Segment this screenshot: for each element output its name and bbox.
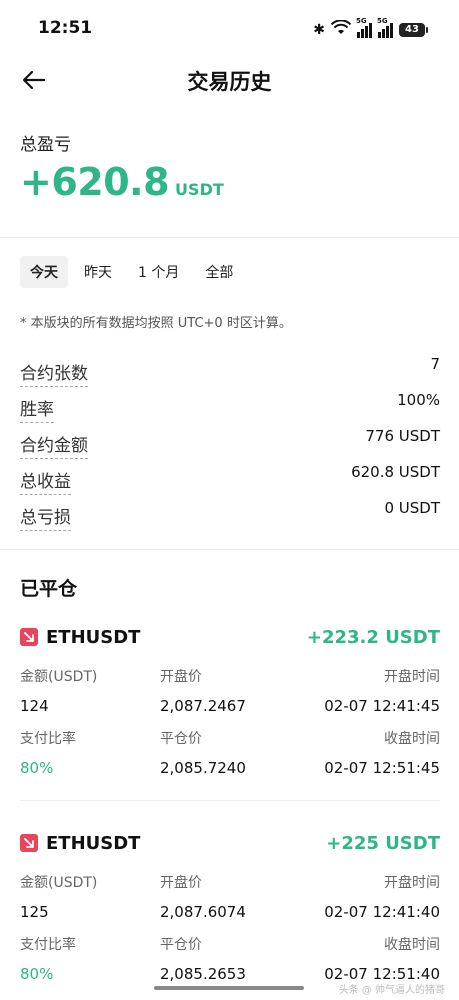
ratio-label: 支付比率 (20, 731, 76, 747)
close-price-label: 平仓价 (160, 731, 202, 747)
tab-1-month[interactable]: 1 个月 (128, 256, 189, 288)
stat-win-rate: 胜率 100% (20, 391, 440, 427)
ratio-label: 支付比率 (20, 937, 76, 953)
short-arrow-icon (20, 628, 38, 646)
stat-value: 7 (430, 355, 440, 373)
total-pnl: +620.8 USDT (20, 160, 224, 204)
trade-card[interactable]: ETHUSDT +223.2 USDT 金额(USDT) 开盘价 开盘时间 12… (20, 622, 440, 801)
signal-label: 5G (356, 17, 367, 25)
stat-total-profit: 总收益 620.8 USDT (20, 463, 440, 499)
trade-symbol: ETHUSDT (46, 626, 141, 648)
total-pnl-value: +620.8 (20, 160, 170, 204)
trade-symbol-group: ETHUSDT (20, 833, 140, 854)
trade-header: ETHUSDT +225 USDT (20, 828, 440, 858)
open-time-label: 开盘时间 (384, 669, 440, 685)
stat-value: 0 USDT (384, 499, 440, 517)
trade-header: ETHUSDT +223.2 USDT (20, 622, 440, 652)
close-price-value: 2,085.7240 (160, 759, 246, 777)
close-price-label: 平仓价 (160, 937, 202, 953)
amount-label: 金额(USDT) (20, 875, 98, 891)
stat-total-loss: 总亏损 0 USDT (20, 499, 440, 535)
home-indicator[interactable] (154, 986, 304, 990)
closed-positions-title: 已平仓 (20, 578, 78, 600)
open-price-value: 2,087.6074 (160, 903, 246, 921)
tab-today[interactable]: 今天 (20, 256, 68, 288)
timezone-note: * 本版块的所有数据均按照 UTC+0 时区计算。 (20, 316, 292, 331)
tab-yesterday[interactable]: 昨天 (74, 256, 122, 288)
divider (0, 549, 459, 550)
amount-label: 金额(USDT) (20, 669, 98, 685)
open-time-value: 02-07 12:41:45 (324, 697, 440, 715)
open-price-value: 2,087.2467 (160, 697, 246, 715)
status-time: 12:51 (38, 18, 93, 38)
signal-icon-2: 5G (377, 17, 393, 38)
total-pnl-unit: USDT (175, 180, 224, 199)
open-time-value: 02-07 12:41:40 (324, 903, 440, 921)
battery-icon: 43 (399, 23, 428, 37)
stat-value: 620.8 USDT (351, 463, 440, 481)
watermark: 头条 @ 帅气逼人的猪哥 (338, 985, 445, 996)
trade-divider (20, 800, 440, 801)
stat-contracts: 合约张数 7 (20, 355, 440, 391)
wifi-icon (330, 19, 352, 40)
stat-contract-amount: 合约金额 776 USDT (20, 427, 440, 463)
trade-card[interactable]: ETHUSDT +225 USDT 金额(USDT) 开盘价 开盘时间 125 … (20, 828, 440, 996)
signal-icon: 5G (356, 17, 372, 38)
trade-details: 金额(USDT) 开盘价 开盘时间 125 2,087.6074 02-07 1… (20, 872, 440, 996)
close-time-label: 收盘时间 (384, 731, 440, 747)
amount-value: 125 (20, 903, 49, 921)
bluetooth-icon: ✱ (313, 22, 325, 38)
close-price-value: 2,085.2653 (160, 965, 246, 983)
signal-label-2: 5G (377, 17, 388, 25)
stat-value: 776 USDT (365, 427, 440, 445)
trade-details: 金额(USDT) 开盘价 开盘时间 124 2,087.2467 02-07 1… (20, 666, 440, 790)
close-time-value: 02-07 12:51:45 (324, 759, 440, 777)
trade-pnl: +223.2 USDT (306, 626, 440, 648)
stat-label[interactable]: 合约金额 (20, 431, 88, 459)
total-pnl-label: 总盈亏 (20, 135, 71, 155)
open-price-label: 开盘价 (160, 669, 202, 685)
stat-value: 100% (397, 391, 440, 409)
stats-list: 合约张数 7 胜率 100% 合约金额 776 USDT 总收益 620.8 U… (20, 355, 440, 535)
short-arrow-icon (20, 834, 38, 852)
trade-pnl: +225 USDT (326, 832, 440, 854)
status-bar: 12:51 ✱ 5G 5G 43 (0, 0, 459, 58)
period-tabs: 今天 昨天 1 个月 全部 (20, 256, 243, 288)
stat-label[interactable]: 总收益 (20, 467, 71, 495)
amount-value: 124 (20, 697, 49, 715)
trade-symbol-group: ETHUSDT (20, 627, 140, 648)
page-title: 交易历史 (187, 70, 272, 94)
trade-symbol: ETHUSDT (46, 832, 141, 854)
stat-label[interactable]: 胜率 (20, 395, 54, 423)
stat-label[interactable]: 总亏损 (20, 503, 71, 531)
open-price-label: 开盘价 (160, 875, 202, 891)
ratio-value: 80% (20, 965, 54, 983)
status-icons: ✱ 5G 5G 43 (313, 17, 428, 40)
tab-all[interactable]: 全部 (195, 256, 243, 288)
ratio-value: 80% (20, 759, 54, 777)
stat-label[interactable]: 合约张数 (20, 359, 88, 387)
header: 交易历史 (0, 58, 459, 102)
open-time-label: 开盘时间 (384, 875, 440, 891)
close-time-label: 收盘时间 (384, 937, 440, 953)
divider (0, 237, 459, 238)
